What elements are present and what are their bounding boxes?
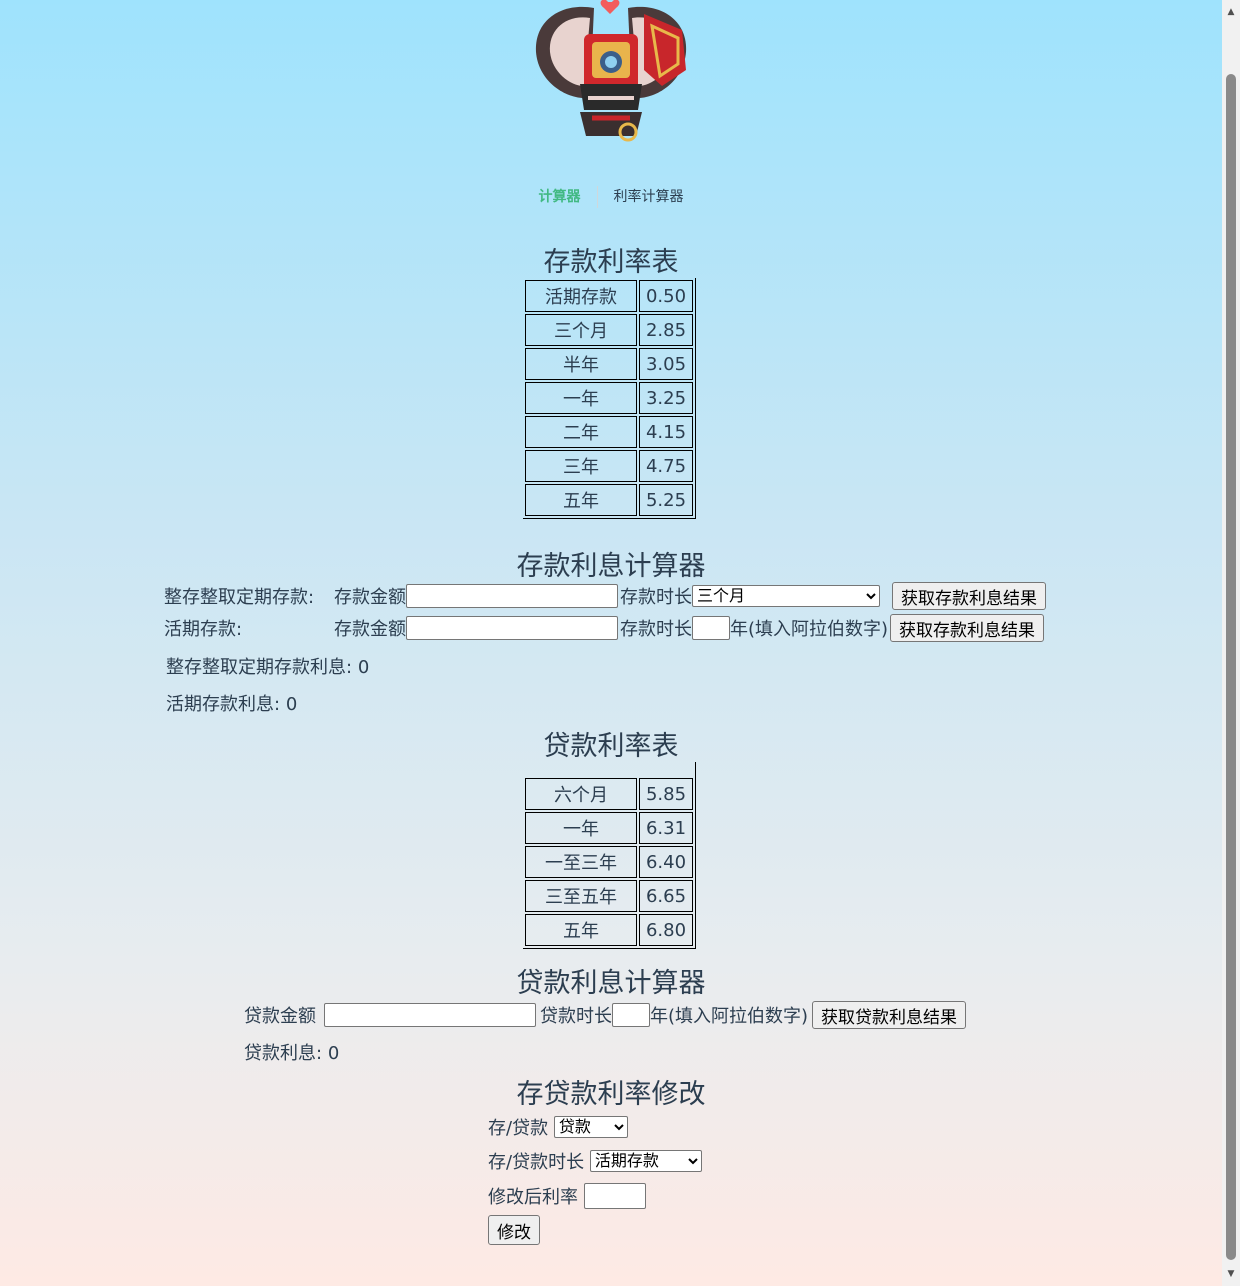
rate-term-cell: 一年 (525, 382, 637, 414)
deposit-amount-label: 存款金额 (334, 587, 406, 608)
modify-type-label: 存/贷款 (488, 1118, 549, 1139)
deposit-rate-table: 活期存款 0.50 三个月 2.85 半年 3.05 一年 3.25 二年 4.15 三年… (523, 278, 696, 519)
nav-link-calculator[interactable]: 计算器 (523, 186, 597, 206)
table-row: 一年 6.31 (525, 812, 693, 844)
rate-term-cell: 一至三年 (525, 846, 637, 878)
rate-value-cell: 6.65 (639, 880, 693, 912)
fixed-deposit-result-label: 整存整取定期存款利息: (166, 657, 353, 678)
loan-term-label: 贷款时长 (540, 1006, 612, 1027)
loan-result-label: 贷款利息: (244, 1043, 323, 1064)
table-row: 三个月 2.85 (525, 314, 693, 346)
deposit-calculator-title: 存款利息计算器 (516, 551, 706, 582)
table-row: 半年 3.05 (525, 348, 693, 380)
table-row: 五年 6.80 (525, 914, 693, 946)
modify-term-row: 存/贷款时长 活期存款 (488, 1148, 702, 1174)
rate-value-cell: 3.05 (639, 348, 693, 380)
rate-modify-title: 存贷款利率修改 (516, 1079, 706, 1110)
table-row: 一年 3.25 (525, 382, 693, 414)
loan-calculator-title: 贷款利息计算器 (516, 968, 706, 999)
year-hint-label: 年(填入阿拉伯数字) (730, 619, 889, 640)
loan-amount-input[interactable] (324, 1003, 536, 1027)
nav-link-rate-calculator[interactable]: 利率计算器 (598, 186, 700, 206)
table-row: 三年 4.75 (525, 450, 693, 482)
rate-term-cell: 一年 (525, 812, 637, 844)
scroll-up-arrow-icon[interactable]: ▲ (1222, 4, 1240, 20)
rate-value-cell: 6.31 (639, 812, 693, 844)
deposit-term-label: 存款时长 (620, 587, 692, 608)
current-deposit-result-label: 活期存款利息: (166, 694, 281, 715)
modify-term-select[interactable]: 活期存款 (589, 1150, 702, 1172)
rate-value-cell: 4.75 (639, 450, 693, 482)
fixed-deposit-result: 整存整取定期存款利息: 0 (166, 653, 369, 679)
page: 计算器 利率计算器 存款利率表 活期存款 0.50 三个月 2.85 半年 3.05 一… (0, 0, 1222, 1286)
rate-term-cell: 三个月 (525, 314, 637, 346)
fixed-deposit-label: 整存整取定期存款: (164, 587, 315, 608)
table-row: 三至五年 6.65 (525, 880, 693, 912)
table-row: 六个月 5.85 (525, 778, 693, 810)
loan-amount-label: 贷款金额 (244, 1006, 316, 1027)
current-deposit-years-input[interactable] (692, 616, 730, 640)
fixed-deposit-result-value: 0 (357, 657, 370, 678)
current-deposit-amount-input[interactable] (406, 616, 618, 640)
modify-button-row: 修改 (488, 1215, 540, 1245)
modify-button[interactable]: 修改 (488, 1215, 540, 1245)
current-deposit-result: 活期存款利息: 0 (166, 690, 297, 716)
current-deposit-result-value: 0 (285, 694, 298, 715)
year-hint-label: 年(填入阿拉伯数字) (650, 1006, 809, 1027)
loan-rate-table: 六个月 5.85 一年 6.31 一至三年 6.40 三至五年 6.65 五年 6.80 (523, 762, 696, 949)
fixed-deposit-row: 整存整取定期存款: 存款金额 存款时长 三个月 获取存款利息结果 (164, 582, 1046, 610)
rate-value-cell: 6.40 (639, 846, 693, 878)
get-loan-interest-button[interactable]: 获取贷款利息结果 (812, 1001, 967, 1029)
rate-term-cell: 五年 (525, 484, 637, 516)
rate-term-cell: 半年 (525, 348, 637, 380)
rate-value-cell: 6.80 (639, 914, 693, 946)
scrollbar-thumb[interactable] (1226, 74, 1236, 1260)
loan-result-value: 0 (327, 1043, 340, 1064)
rate-term-cell: 二年 (525, 416, 637, 448)
vertical-scrollbar[interactable]: ▲ ▼ (1222, 0, 1240, 1286)
loan-calculator-row: 贷款金额 贷款时长 年(填入阿拉伯数字) 获取贷款利息结果 (244, 1001, 967, 1029)
table-row: 一至三年 6.40 (525, 846, 693, 878)
modify-term-label: 存/贷款时长 (488, 1152, 585, 1173)
rate-value-cell: 5.25 (639, 484, 693, 516)
rate-term-cell: 三年 (525, 450, 637, 482)
table-row: 活期存款 0.50 (525, 280, 693, 312)
rate-term-cell: 三至五年 (525, 880, 637, 912)
modify-type-select[interactable]: 贷款 (553, 1116, 628, 1138)
deposit-amount-label: 存款金额 (334, 619, 406, 640)
get-current-deposit-interest-button[interactable]: 获取存款利息结果 (890, 614, 1045, 642)
rate-value-cell: 5.85 (639, 778, 693, 810)
new-rate-label: 修改后利率 (488, 1187, 578, 1208)
scroll-down-arrow-icon[interactable]: ▼ (1222, 1266, 1240, 1282)
table-spacer-row (525, 764, 693, 776)
table-row: 五年 5.25 (525, 484, 693, 516)
modify-type-row: 存/贷款 贷款 (488, 1114, 628, 1140)
top-nav: 计算器 利率计算器 (0, 186, 1222, 208)
loan-rate-table-title: 贷款利率表 (543, 731, 679, 762)
rate-term-cell: 活期存款 (525, 280, 637, 312)
rate-value-cell: 3.25 (639, 382, 693, 414)
modify-rate-row: 修改后利率 (488, 1183, 646, 1209)
rate-value-cell: 2.85 (639, 314, 693, 346)
rate-value-cell: 4.15 (639, 416, 693, 448)
fixed-deposit-term-select[interactable]: 三个月 (692, 585, 880, 607)
rate-term-cell: 六个月 (525, 778, 637, 810)
deposit-term-label: 存款时长 (620, 619, 692, 640)
current-deposit-row: 活期存款: 存款金额 存款时长 年(填入阿拉伯数字) 获取存款利息结果 (164, 614, 1045, 642)
current-deposit-label: 活期存款: (164, 619, 243, 640)
fixed-deposit-amount-input[interactable] (406, 584, 618, 608)
loan-years-input[interactable] (612, 1003, 650, 1027)
loan-result: 贷款利息: 0 (244, 1039, 339, 1065)
table-row: 二年 4.15 (525, 416, 693, 448)
rate-term-cell: 五年 (525, 914, 637, 946)
new-rate-input[interactable] (583, 1183, 646, 1209)
mascot-image (535, 0, 687, 142)
deposit-rate-table-title: 存款利率表 (543, 247, 679, 278)
rate-value-cell: 0.50 (639, 280, 693, 312)
get-fixed-deposit-interest-button[interactable]: 获取存款利息结果 (892, 582, 1046, 610)
